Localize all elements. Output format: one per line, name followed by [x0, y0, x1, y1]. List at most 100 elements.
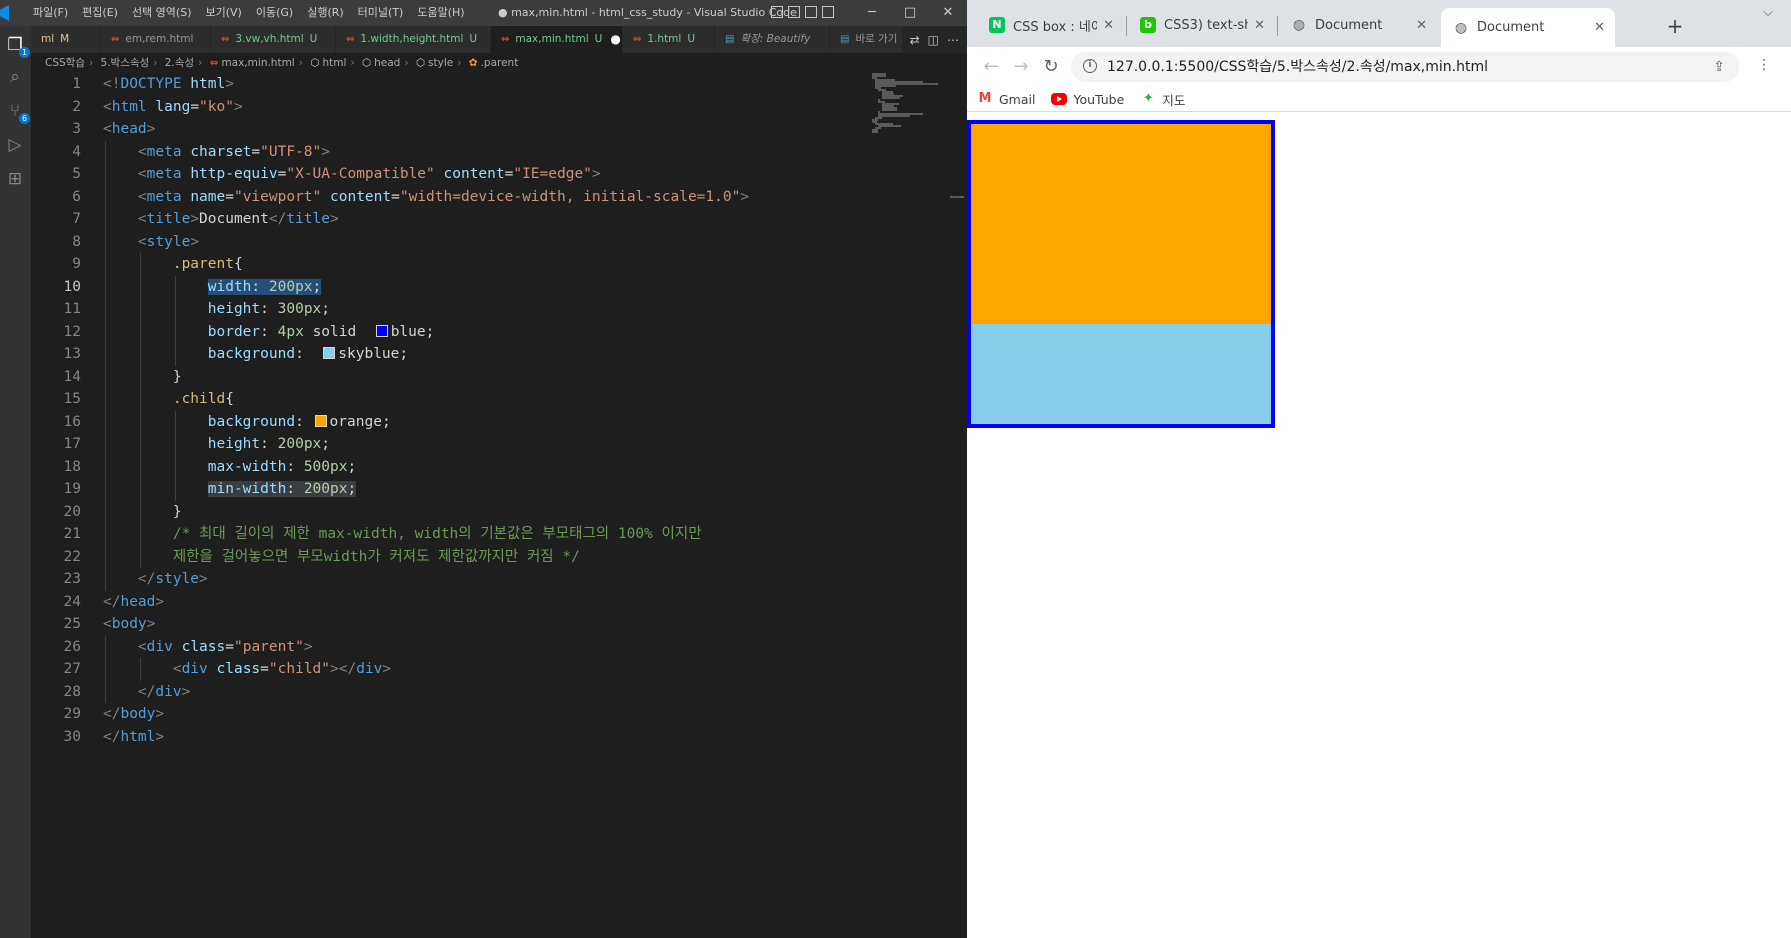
- code-line[interactable]: 28 </div>: [31, 680, 871, 703]
- explorer-icon[interactable]: ❐ 1: [4, 34, 30, 58]
- code-line[interactable]: 14 }: [31, 365, 871, 388]
- color-swatch-icon[interactable]: [323, 347, 336, 359]
- extensions-icon[interactable]: ⊞: [4, 168, 26, 190]
- html-file-icon: ⇔: [209, 57, 219, 69]
- toggle-sidebar-icon[interactable]: [771, 6, 783, 18]
- url-text[interactable]: 127.0.0.1:5500/CSS학습/5.박스속성/2.속성/max,min…: [1107, 52, 1488, 82]
- editor-scrollbar[interactable]: [950, 73, 964, 938]
- tab-em-rem[interactable]: ⇔ em,rem.html: [101, 26, 211, 53]
- breadcrumb-item[interactable]: 5.박스속성: [101, 57, 150, 69]
- breadcrumb-item[interactable]: max,min.html: [221, 57, 294, 69]
- breadcrumb-item[interactable]: style: [428, 57, 453, 69]
- tab-width-height[interactable]: ⇔ 1.width,height.html U: [336, 26, 491, 53]
- maximize-button[interactable]: □: [891, 0, 929, 26]
- address-bar[interactable]: i 127.0.0.1:5500/CSS학습/5.박스속성/2.속성/max,m…: [1071, 52, 1739, 82]
- code-line[interactable]: 19 min-width: 200px;: [31, 478, 871, 501]
- code-line[interactable]: 24 </head>: [31, 591, 871, 614]
- toggle-panel-icon[interactable]: [788, 6, 800, 18]
- breadcrumb-item[interactable]: 2.속성: [165, 57, 194, 69]
- bookmark-youtube[interactable]: YouTube: [1051, 92, 1124, 107]
- code-line[interactable]: 30 </html>: [31, 726, 871, 749]
- menu-view[interactable]: 보기(V): [198, 0, 248, 26]
- close-button[interactable]: ✕: [929, 0, 967, 26]
- code-line[interactable]: 2 <html lang="ko">: [31, 96, 871, 119]
- code-line[interactable]: 10 width: 200px;: [31, 275, 871, 298]
- code-line[interactable]: 16 background: orange;: [31, 410, 871, 433]
- close-icon[interactable]: ✕: [1416, 18, 1427, 33]
- code-line[interactable]: 27 <div class="child"></div>: [31, 658, 871, 681]
- code-line[interactable]: 22 제한을 걸어놓으면 부모width가 커져도 제한값까지만 커짐 */: [31, 545, 871, 568]
- forward-button[interactable]: →: [1009, 55, 1033, 79]
- run-debug-icon[interactable]: ▷: [4, 134, 26, 156]
- tab-search-icon[interactable]: ⌵: [1763, 5, 1773, 20]
- code-line[interactable]: 21 /* 최대 길이의 제한 max-width, width의 기본값은 부…: [31, 523, 871, 546]
- menu-run[interactable]: 실행(R): [300, 0, 350, 26]
- breadcrumb-item[interactable]: html: [322, 57, 346, 69]
- menu-help[interactable]: 도움말(H): [410, 0, 471, 26]
- toggle-secondary-sidebar-icon[interactable]: [805, 6, 817, 18]
- tab-vw-vh[interactable]: ⇔ 3.vw,vh.html U: [211, 26, 336, 53]
- browser-tab-naver[interactable]: N CSS box : 네이버 통 ✕: [977, 8, 1124, 42]
- color-swatch-icon[interactable]: [314, 414, 327, 427]
- breadcrumb-item[interactable]: head: [374, 57, 400, 69]
- tab-status: U: [309, 33, 318, 45]
- code-line[interactable]: 26 <div class="parent">: [31, 635, 871, 658]
- split-editor-icon[interactable]: ◫: [928, 33, 939, 47]
- profile-icon[interactable]: ⋮: [1757, 57, 1771, 73]
- code-line[interactable]: 4 <meta charset="UTF-8">: [31, 140, 871, 163]
- color-swatch-icon[interactable]: [375, 324, 388, 337]
- code-line[interactable]: 5 <meta http-equiv="X-UA-Compatible" con…: [31, 163, 871, 186]
- code-line[interactable]: 6 <meta name="viewport" content="width=d…: [31, 185, 871, 208]
- code-line[interactable]: 18 max-width: 500px;: [31, 455, 871, 478]
- code-line[interactable]: 29 </body>: [31, 703, 871, 726]
- code-line[interactable]: 23 </style>: [31, 568, 871, 591]
- close-icon[interactable]: ✕: [1254, 18, 1265, 33]
- code-line[interactable]: 13 background: skyblue;: [31, 343, 871, 366]
- tab-1-html[interactable]: ⇔ 1.html U: [623, 26, 715, 53]
- compare-icon[interactable]: ⇄: [910, 33, 920, 47]
- browser-tab-document-active[interactable]: ◍ Document ✕: [1441, 8, 1615, 47]
- code-line[interactable]: 9 .parent{: [31, 253, 871, 276]
- back-button[interactable]: ←: [979, 55, 1003, 79]
- code-editor[interactable]: 1 <!DOCTYPE html> 2 <html lang="ko"> 3 <head>…: [31, 73, 967, 938]
- customize-layout-icon[interactable]: [822, 6, 834, 18]
- code-line[interactable]: 7 <title>Document</title>: [31, 208, 871, 231]
- reload-button[interactable]: ↻: [1039, 55, 1063, 79]
- code-line[interactable]: 1 <!DOCTYPE html>: [31, 73, 871, 96]
- bookmark-maps[interactable]: ✦ 지도: [1140, 90, 1185, 109]
- share-icon[interactable]: ⇪: [1713, 59, 1725, 75]
- bookmark-gmail[interactable]: M Gmail: [977, 92, 1036, 107]
- unsaved-dot-icon[interactable]: ●: [610, 26, 620, 53]
- browser-tab-document-1[interactable]: ◍ Document ✕: [1279, 8, 1437, 42]
- code-line[interactable]: 20 }: [31, 500, 871, 523]
- line-number: 8: [72, 233, 81, 250]
- code-line[interactable]: 17 height: 200px;: [31, 433, 871, 456]
- close-icon[interactable]: ✕: [1103, 18, 1114, 33]
- tab-max-min[interactable]: ⇔ max,min.html U ●: [491, 26, 623, 53]
- minimap[interactable]: [872, 73, 948, 133]
- menu-file[interactable]: 파일(F): [26, 0, 75, 26]
- menu-selection[interactable]: 선택 영역(S): [125, 0, 199, 26]
- code-line[interactable]: 8 <style>: [31, 230, 871, 253]
- more-actions-icon[interactable]: ⋯: [947, 33, 959, 47]
- minimize-button[interactable]: ─: [853, 0, 891, 26]
- close-icon[interactable]: ✕: [1594, 20, 1605, 35]
- search-icon[interactable]: ⌕: [4, 66, 26, 88]
- new-tab-button[interactable]: +: [1661, 12, 1689, 40]
- source-control-icon[interactable]: ⑂ 6: [4, 100, 30, 124]
- breadcrumb-item[interactable]: .parent: [481, 57, 519, 69]
- code-line[interactable]: 12 border: 4px solid blue;: [31, 320, 871, 343]
- scrollbar-thumb[interactable]: [950, 196, 964, 198]
- tab-beautify-extension[interactable]: ▤ 확장: Beautify: [715, 26, 830, 53]
- code-line[interactable]: 15 .child{: [31, 388, 871, 411]
- code-line[interactable]: 25 <body>: [31, 613, 871, 636]
- code-line[interactable]: 11 height: 300px;: [31, 298, 871, 321]
- site-info-icon[interactable]: i: [1083, 59, 1097, 73]
- browser-tab-blog[interactable]: b CSS3) text-shadow ✕: [1128, 8, 1275, 42]
- menu-go[interactable]: 이동(G): [249, 0, 300, 26]
- code-line[interactable]: 3 <head>: [31, 118, 871, 141]
- menu-terminal[interactable]: 터미널(T): [351, 0, 411, 26]
- menu-edit[interactable]: 편집(E): [75, 0, 125, 26]
- tab-ml[interactable]: ml M: [31, 26, 101, 53]
- breadcrumb-item[interactable]: CSS학습: [45, 57, 85, 69]
